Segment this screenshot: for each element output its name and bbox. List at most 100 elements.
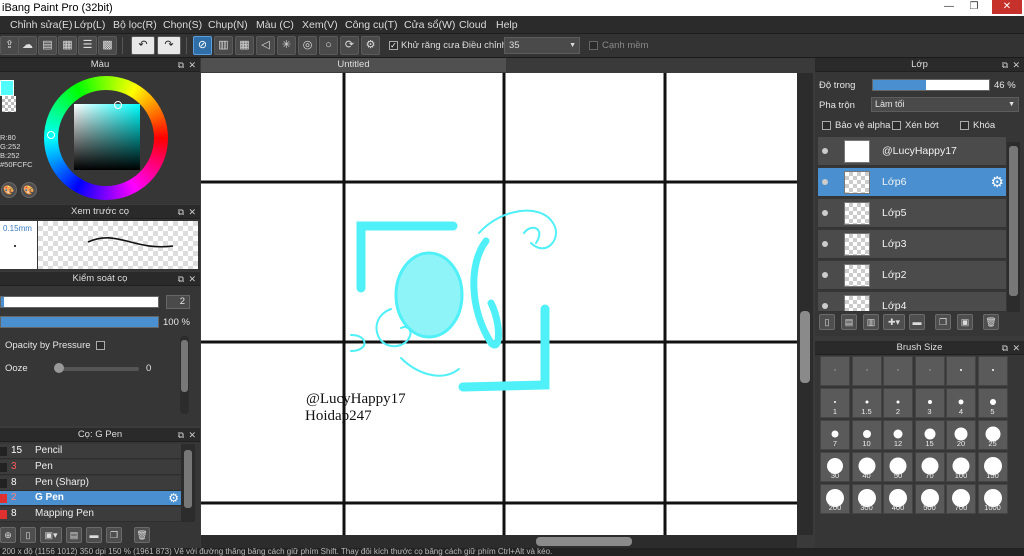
- perspective-snap-icon[interactable]: ◁: [256, 36, 275, 55]
- parallel-snap-icon[interactable]: ▥: [214, 36, 233, 55]
- brush-add-icon[interactable]: ⊕: [0, 527, 16, 543]
- brush-size-cell[interactable]: [820, 356, 850, 386]
- visibility-icon[interactable]: [822, 272, 828, 278]
- brush-size-cell[interactable]: 20: [946, 420, 976, 450]
- folder-icon[interactable]: ▬: [909, 314, 925, 330]
- brush-list-scrollbar[interactable]: [181, 444, 195, 522]
- brush-new-icon[interactable]: ▯: [20, 527, 36, 543]
- brush-size-cell[interactable]: 400: [883, 484, 913, 514]
- popout-icon[interactable]: ⧉: [178, 58, 184, 72]
- layer-row[interactable]: Lớp6 ⚙: [818, 168, 1006, 197]
- size-value[interactable]: 2: [166, 295, 190, 309]
- visibility-icon[interactable]: [822, 210, 828, 216]
- layer-row[interactable]: Lớp4: [818, 292, 1006, 312]
- primary-color-swatch[interactable]: [0, 80, 14, 96]
- menu-window[interactable]: Cửa sổ(W): [404, 19, 455, 31]
- brush-size-cell[interactable]: 40: [851, 452, 882, 482]
- brush-size-cell[interactable]: 1: [820, 388, 850, 418]
- layer-copy-icon[interactable]: ▤: [841, 314, 857, 330]
- visibility-icon[interactable]: [822, 148, 828, 154]
- menu-view[interactable]: Xem(V): [302, 19, 338, 31]
- new-layer-icon[interactable]: ▯: [819, 314, 835, 330]
- scroll-thumb[interactable]: [536, 537, 632, 546]
- hue-cursor[interactable]: [47, 131, 55, 139]
- layer-menu-icon[interactable]: ✚▾: [883, 314, 905, 330]
- close-icon[interactable]: ✕: [1012, 58, 1020, 72]
- popout-icon[interactable]: ⧉: [178, 205, 184, 219]
- trash-icon[interactable]: 🗑: [983, 314, 999, 330]
- brush-menu-icon[interactable]: ▣▾: [40, 527, 62, 543]
- visibility-icon[interactable]: [822, 241, 828, 247]
- no-snap-icon[interactable]: ⊘: [193, 36, 212, 55]
- minimize-icon[interactable]: —: [937, 0, 961, 14]
- brush-size-cell[interactable]: 500: [914, 484, 945, 514]
- brush-size-cell[interactable]: [977, 356, 1008, 386]
- brush-copy-icon[interactable]: ▤: [66, 527, 82, 543]
- radial-snap-icon[interactable]: ✳: [277, 36, 296, 55]
- protect-alpha-checkbox[interactable]: [822, 121, 831, 130]
- layer-row[interactable]: Lớp2: [818, 261, 1006, 290]
- brush-item-pen-sharp[interactable]: 8 Pen (Sharp): [0, 476, 181, 491]
- brush-size-cell[interactable]: 4: [946, 388, 976, 418]
- brush-size-cell[interactable]: 1000: [977, 484, 1008, 514]
- brush-size-cell[interactable]: [883, 356, 913, 386]
- close-icon[interactable]: ✕: [992, 0, 1022, 14]
- duplicate-icon[interactable]: ❐: [935, 314, 951, 330]
- brush-size-cell[interactable]: 12: [883, 420, 913, 450]
- control-scrollbar[interactable]: [180, 336, 189, 414]
- layer-row[interactable]: Lớp5: [818, 199, 1006, 228]
- brush-item-g-pen[interactable]: 2 G Pen ⚙: [0, 491, 181, 506]
- brush-size-cell[interactable]: 30: [820, 452, 850, 482]
- merge-icon[interactable]: ▣: [957, 314, 973, 330]
- blend-select[interactable]: Làm tối ▼: [871, 97, 1019, 112]
- redo-icon[interactable]: ↷: [157, 36, 181, 55]
- canvas-tab[interactable]: Untitled: [201, 58, 506, 72]
- close-icon[interactable]: ✕: [188, 205, 196, 219]
- soft-edge-checkbox[interactable]: [589, 41, 598, 50]
- close-icon[interactable]: ✕: [1012, 341, 1020, 355]
- brush-size-cell[interactable]: 7: [820, 420, 850, 450]
- brush-size-cell[interactable]: 1.5: [851, 388, 882, 418]
- brush-size-cell[interactable]: 200: [820, 484, 850, 514]
- layer-row[interactable]: Lớp3: [818, 230, 1006, 259]
- brush-size-cell[interactable]: [851, 356, 882, 386]
- grid-snap-icon[interactable]: ▦: [235, 36, 254, 55]
- visibility-icon[interactable]: [822, 303, 828, 309]
- layer-opacity-slider[interactable]: [872, 79, 990, 91]
- canvas-vertical-scrollbar[interactable]: [797, 73, 813, 535]
- canvas-horizontal-scrollbar[interactable]: [201, 535, 797, 548]
- brush-item-pencil[interactable]: 15 Pencil: [0, 444, 181, 459]
- antialias-checkbox[interactable]: ✓: [389, 41, 398, 50]
- close-icon[interactable]: ✕: [188, 428, 196, 442]
- curve-snap-icon[interactable]: ⟳: [340, 36, 359, 55]
- ooze-slider-knob[interactable]: [54, 363, 64, 373]
- doc-icon[interactable]: ▤: [38, 36, 57, 55]
- undo-icon[interactable]: ↶: [131, 36, 155, 55]
- layer-list-scrollbar[interactable]: [1007, 142, 1020, 312]
- trash-icon[interactable]: 🗑: [134, 527, 150, 543]
- scroll-thumb[interactable]: [800, 311, 810, 383]
- brush-size-cell[interactable]: 70: [914, 452, 945, 482]
- menu-tools[interactable]: Công cụ(T): [345, 19, 398, 31]
- page-icon[interactable]: ▦: [58, 36, 77, 55]
- brush-size-cell[interactable]: 300: [851, 484, 882, 514]
- maximize-icon[interactable]: ❐: [962, 0, 986, 14]
- brush-size-cell[interactable]: 5: [977, 388, 1008, 418]
- clipping-checkbox[interactable]: [892, 121, 901, 130]
- comment-icon[interactable]: ☁: [18, 36, 37, 55]
- layer-paste-icon[interactable]: ▥: [863, 314, 879, 330]
- list-icon[interactable]: ☰: [78, 36, 97, 55]
- layer-row[interactable]: @LucyHappy17: [818, 137, 1006, 166]
- brush-size-cell[interactable]: 100: [946, 452, 976, 482]
- size-slider[interactable]: [0, 296, 159, 308]
- menu-cloud[interactable]: Cloud: [459, 19, 486, 31]
- concentric-snap-icon[interactable]: ◎: [298, 36, 317, 55]
- adjust-select[interactable]: 35 ▼: [504, 37, 580, 54]
- menu-help[interactable]: Help: [496, 19, 518, 31]
- menu-layer[interactable]: Lớp(L): [74, 19, 105, 31]
- lock-checkbox[interactable]: [960, 121, 969, 130]
- brush-size-cell[interactable]: 25: [977, 420, 1008, 450]
- brush-size-cell[interactable]: 3: [914, 388, 945, 418]
- secondary-color-swatch[interactable]: [2, 96, 16, 112]
- palette-icon[interactable]: 🎨: [1, 182, 17, 198]
